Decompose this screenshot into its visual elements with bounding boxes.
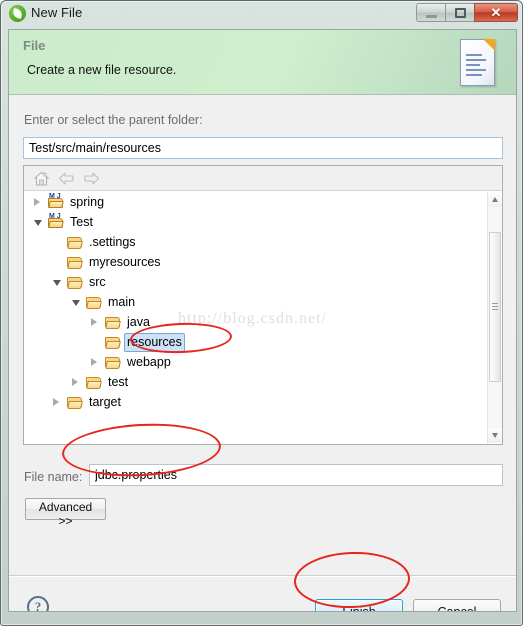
minimize-icon bbox=[426, 15, 437, 18]
chevron-down-icon[interactable] bbox=[34, 220, 42, 226]
tree-item-spring[interactable]: M J spring bbox=[24, 192, 488, 212]
maximize-icon bbox=[455, 8, 466, 18]
tree-item-label: spring bbox=[70, 195, 105, 209]
tree-item-label: myresources bbox=[89, 255, 161, 269]
tree-item-label: .settings bbox=[89, 235, 136, 249]
help-icon[interactable]: ? bbox=[27, 596, 49, 611]
dialog-body: File Create a new file resource. Enter o… bbox=[8, 29, 517, 612]
wizard-banner: File Create a new file resource. bbox=[9, 30, 516, 95]
tree-item-label: target bbox=[89, 395, 121, 409]
new-file-dialog-window: New File ✕ File Create a new file resour… bbox=[0, 0, 523, 626]
folder-icon bbox=[86, 295, 102, 309]
maven-project-icon: M J bbox=[48, 213, 64, 229]
tree-item-dot-settings[interactable]: .settings bbox=[24, 232, 488, 252]
file-name-label: File name: bbox=[24, 470, 83, 484]
tree-toolbar bbox=[24, 166, 502, 191]
banner-title: File bbox=[23, 38, 46, 53]
chevron-right-icon[interactable] bbox=[53, 398, 59, 406]
tree-item-label: resources bbox=[124, 333, 185, 352]
folder-icon bbox=[67, 395, 83, 409]
tree-item-label: test bbox=[108, 375, 129, 389]
close-icon: ✕ bbox=[490, 5, 502, 20]
cancel-button[interactable]: Cancel bbox=[413, 599, 501, 611]
tree-item-test[interactable]: test bbox=[24, 372, 488, 392]
finish-button[interactable]: Finish bbox=[315, 599, 403, 611]
title-bar: New File ✕ bbox=[1, 1, 522, 28]
chevron-right-icon[interactable] bbox=[72, 378, 78, 386]
tree-item-label: webapp bbox=[127, 355, 171, 369]
file-name-input[interactable] bbox=[89, 464, 503, 486]
minimize-button[interactable] bbox=[416, 3, 445, 22]
chevron-down-icon[interactable] bbox=[72, 300, 80, 306]
maven-project-icon: M J bbox=[48, 193, 64, 209]
tree-item-resources[interactable]: resources bbox=[24, 332, 488, 352]
folder-icon bbox=[67, 255, 83, 269]
new-file-document-icon bbox=[458, 39, 498, 86]
window-controls: ✕ bbox=[416, 3, 518, 22]
tree-item-target[interactable]: target bbox=[24, 392, 488, 412]
scroll-down-icon[interactable] bbox=[488, 428, 502, 443]
window-title: New File bbox=[31, 5, 83, 20]
tree-item-Test[interactable]: M J Test bbox=[24, 212, 488, 232]
maximize-button[interactable] bbox=[445, 3, 474, 22]
advanced-button[interactable]: Advanced >> bbox=[25, 498, 106, 528]
folder-tree[interactable]: M J spring M J Test .settings myresources src m… bbox=[24, 192, 488, 443]
banner-subtitle: Create a new file resource. bbox=[27, 63, 177, 77]
tree-item-webapp[interactable]: webapp bbox=[24, 352, 488, 372]
parent-folder-label: Enter or select the parent folder: bbox=[24, 113, 203, 127]
scrollbar-thumb[interactable] bbox=[489, 232, 501, 382]
tree-item-main[interactable]: main bbox=[24, 292, 488, 312]
folder-icon bbox=[105, 355, 121, 369]
close-button[interactable]: ✕ bbox=[474, 3, 518, 22]
tree-item-label: main bbox=[108, 295, 136, 309]
tree-item-label: src bbox=[89, 275, 106, 289]
tree-item-myresources[interactable]: myresources bbox=[24, 252, 488, 272]
forward-arrow-icon[interactable] bbox=[82, 169, 101, 188]
back-arrow-icon[interactable] bbox=[57, 169, 76, 188]
tree-item-label: java bbox=[127, 315, 150, 329]
folder-tree-panel: M J spring M J Test .settings myresources src m… bbox=[23, 165, 503, 445]
tree-vertical-scrollbar[interactable] bbox=[487, 192, 502, 443]
chevron-right-icon[interactable] bbox=[91, 318, 97, 326]
spring-leaf-icon bbox=[9, 5, 26, 22]
folder-icon bbox=[67, 275, 83, 289]
tree-item-java[interactable]: java bbox=[24, 312, 488, 332]
chevron-right-icon[interactable] bbox=[34, 198, 40, 206]
tree-item-label: Test bbox=[70, 215, 93, 229]
folder-icon bbox=[67, 235, 83, 249]
button-bar-separator bbox=[9, 575, 516, 577]
chevron-down-icon[interactable] bbox=[53, 280, 61, 286]
home-icon[interactable] bbox=[32, 169, 51, 188]
folder-icon bbox=[86, 375, 102, 389]
tree-item-src[interactable]: src bbox=[24, 272, 488, 292]
folder-icon bbox=[105, 335, 121, 349]
folder-icon bbox=[105, 315, 121, 329]
chevron-right-icon[interactable] bbox=[91, 358, 97, 366]
scroll-up-icon[interactable] bbox=[488, 192, 502, 207]
parent-folder-input[interactable] bbox=[23, 137, 503, 159]
